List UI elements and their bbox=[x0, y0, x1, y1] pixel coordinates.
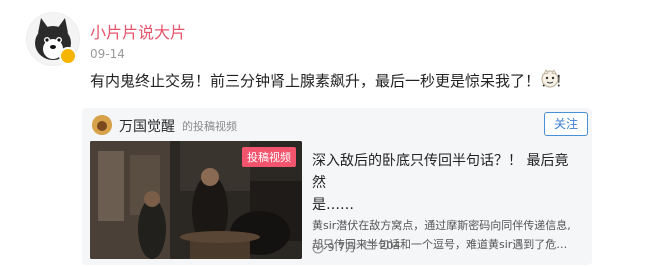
contribution-badge: 投稿视频 bbox=[242, 147, 296, 167]
source-avatar[interactable] bbox=[92, 115, 112, 135]
video-thumbnail[interactable]: 投稿视频 bbox=[90, 141, 302, 259]
post-header: 小片片说大片 09-14 bbox=[26, 12, 626, 66]
video-title[interactable]: 深入敌后的卧底只传回半句话？！ 最后竟然 是…… bbox=[312, 150, 577, 216]
post-text: 有内鬼终止交易！前三分钟肾上腺素飙升，最后一秒更是惊呆我了！！！ bbox=[90, 72, 571, 90]
video-desc-line1: 黄sir潜伏在敌方窝点，通过摩斯密码向同伴传递信息, bbox=[312, 219, 571, 232]
comment-icon bbox=[364, 241, 376, 250]
video-title-line2: 是…… bbox=[312, 197, 354, 213]
source-name[interactable]: 万国觉醒 bbox=[119, 116, 175, 136]
view-count: 9.7万 bbox=[312, 239, 356, 255]
video-title-line1: 深入敌后的卧底只传回半句话？！ 最后竟然 bbox=[312, 153, 569, 191]
source-type: 的投稿视频 bbox=[182, 120, 237, 133]
follow-button[interactable]: 关注 bbox=[544, 112, 588, 136]
repost-card[interactable]: 万国觉醒 的投稿视频 关注 投稿视频 深入敌后的卧底只传回半句话？！ 最后竟然 … bbox=[82, 108, 592, 265]
username[interactable]: 小片片说大片 bbox=[90, 19, 186, 43]
comment-count-value: 204 bbox=[379, 239, 401, 252]
view-count-value: 9.7万 bbox=[327, 241, 357, 254]
verified-badge-icon bbox=[59, 47, 77, 65]
emoji-face-icon bbox=[541, 69, 559, 88]
comment-count: 204 bbox=[364, 239, 401, 252]
post-date: 09-14 bbox=[90, 47, 125, 61]
play-icon bbox=[312, 242, 324, 254]
